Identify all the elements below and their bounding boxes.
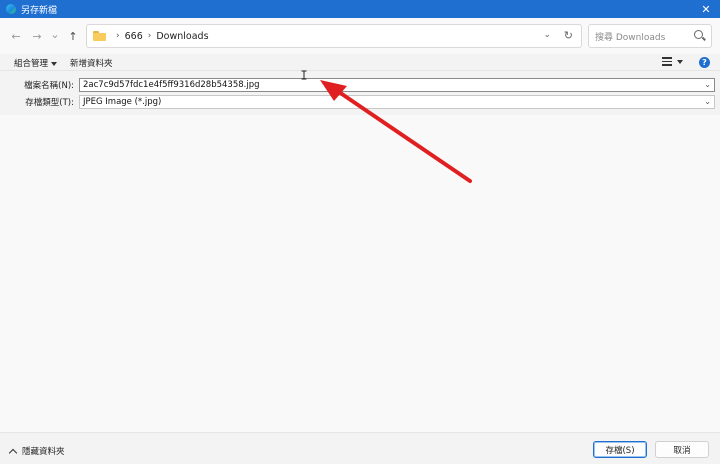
up-arrow-icon[interactable]: ↑ bbox=[65, 28, 81, 44]
forward-arrow-icon[interactable]: → bbox=[29, 28, 45, 44]
organize-menu-button[interactable]: 組合管理 bbox=[14, 57, 58, 69]
breadcrumb-separator-icon: › bbox=[147, 31, 152, 41]
filetype-value: JPEG Image (*.jpg) bbox=[83, 97, 162, 107]
window-title: 另存新檔 bbox=[21, 5, 58, 16]
edge-app-icon bbox=[6, 4, 16, 14]
view-options-icon[interactable] bbox=[662, 57, 672, 66]
chevron-up-icon bbox=[8, 448, 18, 457]
view-caret-down-icon[interactable] bbox=[677, 60, 683, 64]
title-bar: 另存新檔 ✕ bbox=[0, 0, 720, 18]
search-placeholder: 搜尋 Downloads bbox=[595, 32, 666, 43]
filename-input[interactable]: 2ac7c9d57fdc1e4f5ff9316d28b54358.jpg ⌄ bbox=[79, 78, 715, 92]
search-icon bbox=[694, 30, 703, 39]
filetype-row: 存檔類型(T): JPEG Image (*.jpg) ⌄ bbox=[0, 95, 720, 109]
folder-icon bbox=[93, 31, 106, 41]
save-button[interactable]: 存檔(S) bbox=[593, 441, 647, 458]
navigation-bar: ← → ⌄ ↑ › 666 › Downloads ⌄ ↻ 搜尋 Downloa… bbox=[0, 18, 720, 54]
refresh-icon[interactable]: ↻ bbox=[564, 29, 573, 42]
caret-down-icon bbox=[51, 61, 58, 66]
save-form: 檔案名稱(N): 2ac7c9d57fdc1e4f5ff9316d28b5435… bbox=[0, 75, 720, 115]
new-folder-button[interactable]: 新增資料夾 bbox=[70, 57, 113, 69]
address-bar[interactable]: › 666 › Downloads ⌄ ↻ bbox=[86, 24, 582, 48]
hide-folders-button[interactable]: 隱藏資料夾 bbox=[8, 445, 65, 457]
organize-label: 組合管理 bbox=[14, 59, 49, 69]
recent-locations-chevron-icon[interactable]: ⌄ bbox=[47, 26, 63, 42]
hide-folders-label: 隱藏資料夾 bbox=[22, 447, 65, 457]
back-arrow-icon[interactable]: ← bbox=[8, 28, 24, 44]
cancel-button[interactable]: 取消 bbox=[655, 441, 709, 458]
address-dropdown-icon[interactable]: ⌄ bbox=[543, 30, 551, 40]
breadcrumb-item-666[interactable]: 666 bbox=[125, 31, 143, 42]
filetype-label: 存檔類型(T): bbox=[25, 98, 74, 108]
search-input[interactable]: 搜尋 Downloads bbox=[588, 24, 712, 48]
filename-value: 2ac7c9d57fdc1e4f5ff9316d28b54358.jpg bbox=[83, 80, 260, 90]
dialog-footer: 隱藏資料夾 存檔(S) 取消 bbox=[0, 432, 720, 464]
filename-label: 檔案名稱(N): bbox=[24, 81, 74, 91]
filename-dropdown-icon[interactable]: ⌄ bbox=[704, 79, 711, 91]
filetype-dropdown-icon[interactable]: ⌄ bbox=[704, 96, 711, 108]
filename-row: 檔案名稱(N): 2ac7c9d57fdc1e4f5ff9316d28b5435… bbox=[0, 78, 720, 92]
breadcrumb-separator-icon: › bbox=[116, 31, 120, 41]
file-list-area bbox=[0, 115, 720, 432]
breadcrumb-item-downloads[interactable]: Downloads bbox=[156, 31, 208, 42]
command-toolbar: 組合管理 新增資料夾 ? bbox=[0, 54, 720, 71]
help-icon[interactable]: ? bbox=[699, 57, 710, 68]
close-icon[interactable]: ✕ bbox=[698, 1, 714, 17]
filetype-select[interactable]: JPEG Image (*.jpg) ⌄ bbox=[79, 95, 715, 109]
